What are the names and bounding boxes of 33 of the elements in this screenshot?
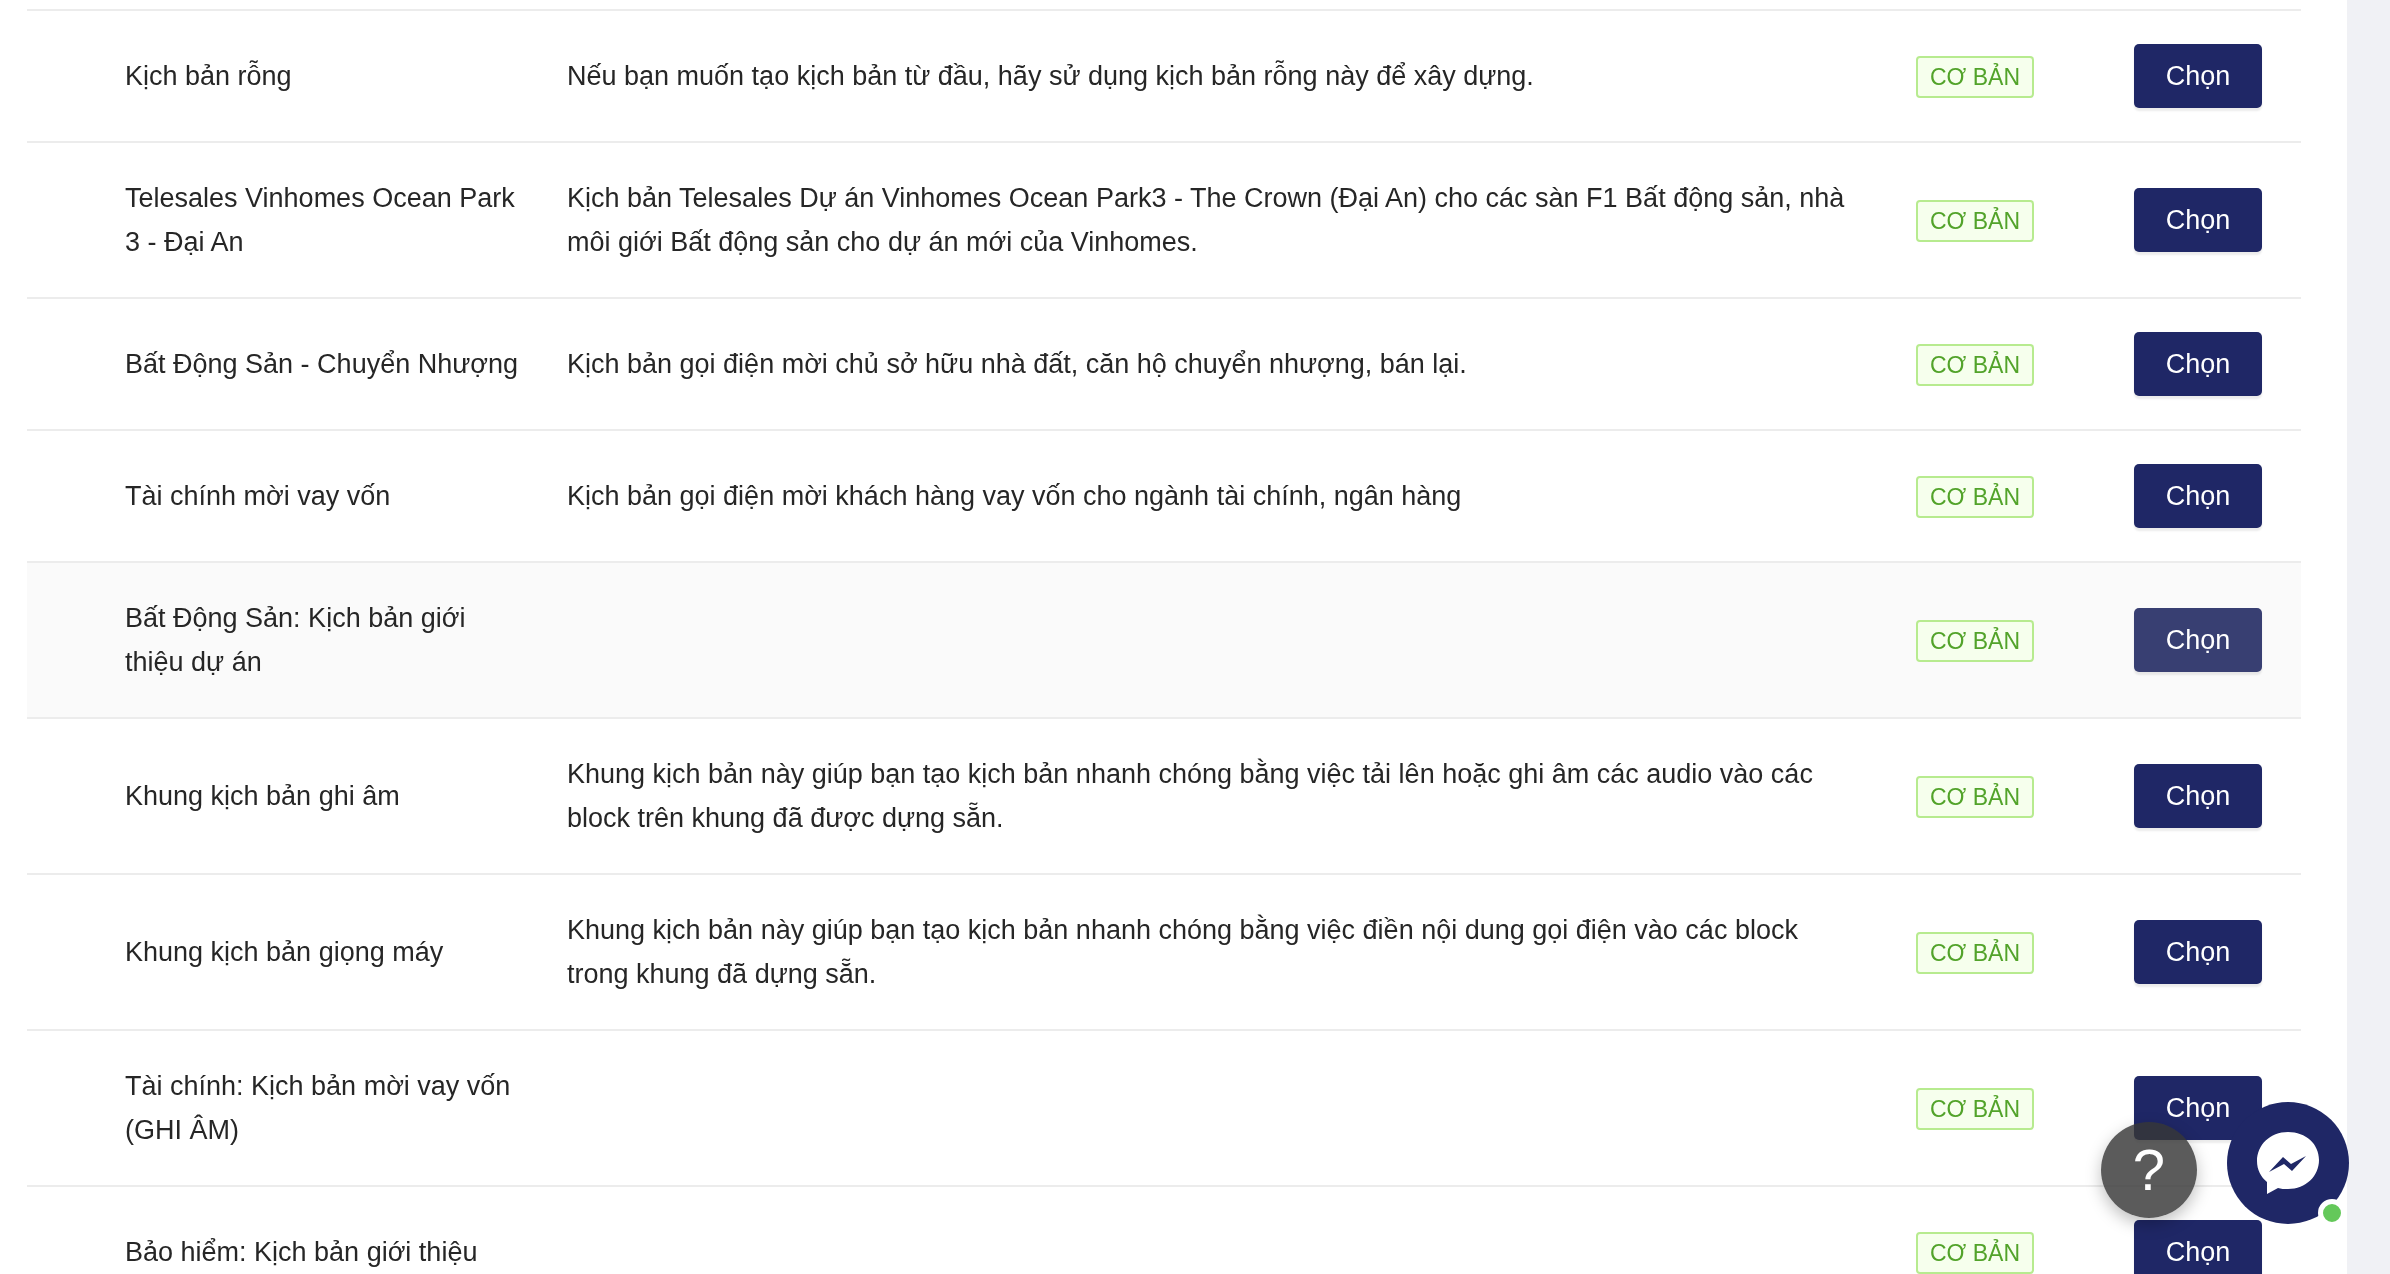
template-description: Kịch bản gọi điện mời chủ sở hữu nhà đất, căn hộ chuyển nhượng, bán lại.: [567, 349, 1467, 379]
template-name: Tài chính: Kịch bản mời vay vốn (GHI ÂM): [125, 1071, 511, 1145]
tier-tag: CƠ BẢN: [1916, 1232, 2034, 1274]
select-button[interactable]: Chọn: [2134, 464, 2262, 528]
template-description: Nếu bạn muốn tạo kịch bản từ đầu, hãy sử dụng kịch bản rỗng này để xây dựng.: [567, 61, 1534, 91]
select-button[interactable]: Chọn: [2134, 332, 2262, 396]
template-description: Khung kịch bản này giúp bạn tạo kịch bản nhanh chóng bằng việc điền nội dung gọi điện vào các block trong khung đã dựng sẵn.: [567, 915, 1798, 989]
select-button[interactable]: Chọn: [2134, 920, 2262, 984]
tier-tag: CƠ BẢN: [1916, 776, 2034, 818]
select-button[interactable]: Chọn: [2134, 1220, 2262, 1274]
template-name: Tài chính mời vay vốn: [125, 481, 391, 511]
template-name: Bất Động Sản - Chuyển Nhượng: [125, 349, 518, 379]
template-name: Khung kịch bản giọng máy: [125, 937, 444, 967]
template-name: Khung kịch bản ghi âm: [125, 781, 400, 811]
tier-tag: CƠ BẢN: [1916, 56, 2034, 98]
template-description: Khung kịch bản này giúp bạn tạo kịch bản nhanh chóng bằng việc tải lên hoặc ghi âm các audio vào các block trên khung đã được dựng sẵn.: [567, 759, 1813, 833]
tier-tag: CƠ BẢN: [1916, 932, 2034, 974]
select-button[interactable]: Chọn: [2134, 608, 2262, 672]
template-description: Kịch bản Telesales Dự án Vinhomes Ocean Park3 - The Crown (Đại An) cho các sàn F1 Bất động sản, nhà môi giới Bất động sản cho dự án mới của Vinhomes.: [567, 183, 1845, 257]
tier-tag: CƠ BẢN: [1916, 200, 2034, 242]
template-name: Bảo hiểm: Kịch bản giới thiệu: [125, 1237, 478, 1267]
tier-tag: CƠ BẢN: [1916, 620, 2034, 662]
tier-tag: CƠ BẢN: [1916, 476, 2034, 518]
tier-tag: CƠ BẢN: [1916, 344, 2034, 386]
template-name: Telesales Vinhomes Ocean Park 3 - Đại An: [125, 183, 515, 257]
tier-tag: CƠ BẢN: [1916, 1088, 2034, 1130]
help-button[interactable]: ?: [2101, 1122, 2197, 1218]
template-description: Kịch bản gọi điện mời khách hàng vay vốn cho ngành tài chính, ngân hàng: [567, 481, 1462, 511]
select-button[interactable]: Chọn: [2134, 764, 2262, 828]
select-button[interactable]: Chọn: [2134, 44, 2262, 108]
template-name: Bất Động Sản: Kịch bản giới thiệu dự án: [125, 603, 466, 677]
template-name: Kịch bản rỗng: [125, 61, 292, 91]
select-button[interactable]: Chọn: [2134, 188, 2262, 252]
